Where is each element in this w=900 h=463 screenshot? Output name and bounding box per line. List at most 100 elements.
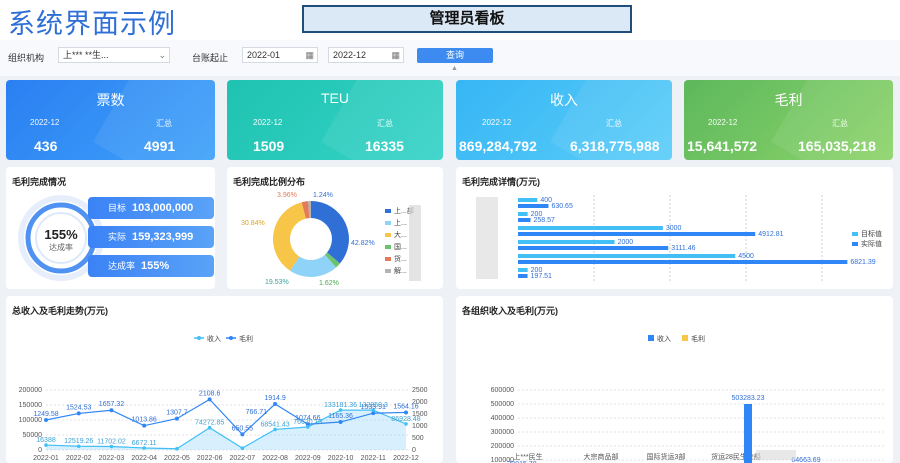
actual-row: 实际 159,323,999 <box>88 226 214 248</box>
kpi-card-profit: 毛利 2022-12 汇总 15,641,572 165,035,218 <box>684 80 893 160</box>
kpi-value-total: 165,035,218 <box>798 138 876 154</box>
org-bar-tall <box>744 404 752 463</box>
legend-item: 货... <box>394 254 407 263</box>
pie-label: 19.53% <box>265 279 289 286</box>
kpi-value-month: 15,641,572 <box>687 138 758 154</box>
target-label: 4500 <box>738 253 754 260</box>
donut-chart: 3.96% 1.24% 30.84% 42.82% 19.53% 1.62% 上… <box>241 192 421 287</box>
profit-point <box>142 423 147 428</box>
actual-bar <box>518 260 848 264</box>
end-date-value: 2022-12 <box>333 50 367 60</box>
kpi-value-total: 4991 <box>144 138 176 154</box>
kpi-value-month: 1509 <box>253 138 285 154</box>
org-bar-chart: 收入 毛利 6000005000004000003000002000001000… <box>491 334 886 463</box>
month-tick: 2022-08 <box>262 455 288 462</box>
month-tick: 2022-12 <box>393 455 419 462</box>
legend-item: 国... <box>394 243 407 251</box>
blurred-category-labels <box>476 197 498 279</box>
profit-label: 1657.32 <box>99 401 124 408</box>
kpi-card-tickets: 票数 2022-12 汇总 436 4991 <box>6 80 215 160</box>
pie-label: 3.96% <box>277 192 297 199</box>
legend-target: 目标值 <box>861 229 882 238</box>
actual-label: 630.65 <box>551 203 573 210</box>
target-label: 目标 <box>108 203 127 213</box>
collapse-caret-icon[interactable]: ▲ <box>451 65 458 72</box>
left-tick: 150000 <box>19 402 42 409</box>
month-tick: 2022-11 <box>361 455 386 462</box>
actual-bar <box>518 274 528 278</box>
right-tick: 2500 <box>412 387 428 394</box>
income-label: 86928.48 <box>391 416 420 423</box>
calendar-icon: ▦ <box>305 50 314 60</box>
profit-label: 1914.9 <box>264 395 286 402</box>
org-bars: 503283.2339015.7811,00.851.0816.38100.67… <box>507 395 821 463</box>
target-label: 3000 <box>666 225 682 232</box>
income-point <box>175 446 179 451</box>
trend-chart: 收入 毛利 2000001500001000005000002500200015… <box>19 334 428 462</box>
month-tick: 2022-09 <box>295 455 321 462</box>
kpi-sub-right: 汇总 <box>156 119 172 128</box>
kpi-title: 票数 <box>96 92 125 108</box>
legend-income: 收入 <box>207 334 221 343</box>
actual-bar <box>518 246 669 250</box>
org-tick: 500000 <box>491 401 514 408</box>
profit-detail-panel: 毛利完成详情(万元) 400 630.65 200 258.57 3000 4912.81… <box>456 167 893 289</box>
left-tick: 200000 <box>19 387 42 394</box>
start-date-input[interactable]: 2022-01 ▦ <box>242 47 318 63</box>
kpi-value-month: 869,284,792 <box>459 138 537 154</box>
month-tick: 2022-06 <box>197 455 223 462</box>
org-legend: 收入 毛利 <box>648 334 705 343</box>
filter-bar: 组织机构 上*** **生... ⌄ 台账起止 2022-01 ▦ 2022-1… <box>0 40 900 76</box>
profit-point <box>109 408 114 413</box>
query-button[interactable]: 查询 <box>417 48 493 63</box>
target-row: 目标 103,000,000 <box>88 197 214 219</box>
kpi-sub-right: 汇总 <box>832 119 848 128</box>
org-category: 货运28民生轮船 <box>711 452 761 461</box>
kpi-title: TEU <box>321 90 349 106</box>
target-label: 400 <box>540 197 552 204</box>
org-tick: 200000 <box>491 443 514 450</box>
end-date-input[interactable]: 2022-12 ▦ <box>328 47 404 63</box>
actual-label: 258.57 <box>533 217 555 224</box>
panel-title: 毛利完成情况 <box>12 177 67 187</box>
org-value: 上*** **生... <box>63 50 109 60</box>
income-label: 11702.02 <box>97 438 126 445</box>
kpi-sub-left: 2022-12 <box>30 118 60 127</box>
org-select[interactable]: 上*** **生... ⌄ <box>58 47 170 63</box>
org-label: 组织机构 <box>8 53 45 63</box>
income-label: 6672.11 <box>132 440 157 447</box>
calendar-icon: ▦ <box>391 50 400 60</box>
actual-bar <box>518 204 549 208</box>
actual-value: 159,323,999 <box>132 231 194 243</box>
actual-bar <box>518 218 531 222</box>
right-tick: 0 <box>412 447 416 454</box>
pie-label: 1.24% <box>313 192 333 199</box>
target-value: 103,000,000 <box>132 202 194 214</box>
trend-panel: 总收入及毛利走势(万元) 收入 毛利 200000 150000 100000 500… <box>6 296 443 463</box>
income-label: 12519.26 <box>64 438 93 445</box>
profit-point <box>273 402 278 407</box>
board-title: 管理员看板 <box>302 5 632 33</box>
kpi-title: 收入 <box>550 92 578 108</box>
income-label: 132850.3 <box>359 402 388 409</box>
target-bar <box>518 254 736 258</box>
month-tick: 2022-02 <box>66 455 92 462</box>
target-bar <box>518 198 538 202</box>
month-tick: 2022-04 <box>131 455 157 462</box>
actual-label: 197.51 <box>531 273 553 280</box>
ring-label: 达成率 <box>49 243 73 252</box>
profit-label: 1013.86 <box>132 417 157 424</box>
legend-income: 收入 <box>657 334 671 343</box>
pie-label: 30.84% <box>241 220 265 227</box>
profit-point <box>240 432 245 437</box>
profit-label: 1524.53 <box>66 404 91 411</box>
income-label: 16388 <box>36 437 56 444</box>
right-tick: 1000 <box>412 423 428 430</box>
profit-point <box>338 420 343 425</box>
target-bar <box>518 240 615 244</box>
dashboard: 组织机构 上*** **生... ⌄ 台账起止 2022-01 ▦ 2022-1… <box>0 40 900 463</box>
income-point <box>240 446 245 450</box>
actual-label: 3111.46 <box>671 245 695 252</box>
target-label: 2000 <box>618 239 634 246</box>
legend-item: 上... <box>394 218 407 227</box>
